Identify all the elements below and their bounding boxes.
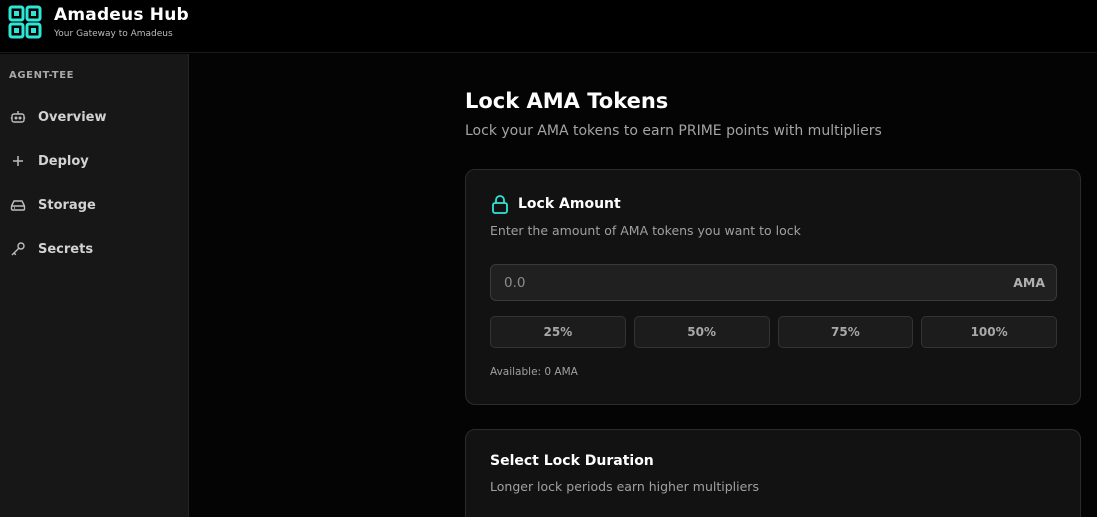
lock-amount-title: Lock Amount <box>518 196 621 212</box>
amount-unit-label: AMA <box>1013 275 1045 290</box>
percent-75-button[interactable]: 75% <box>777 316 914 348</box>
percent-25-button[interactable]: 25% <box>490 316 626 348</box>
app-subtitle: Your Gateway to Amadeus <box>54 29 173 39</box>
lock-duration-description: Longer lock periods earn higher multipli… <box>490 479 759 494</box>
percent-50-button[interactable]: 50% <box>633 316 770 348</box>
app-title: Amadeus Hub <box>54 5 189 25</box>
amadeus-logo-icon[interactable] <box>8 5 42 39</box>
amount-input[interactable] <box>491 265 991 300</box>
sidebar-item-label: Deploy <box>38 153 89 169</box>
sidebar: AGENT-TEE Overview Deploy Storage Secret… <box>0 54 189 517</box>
sidebar-item-storage[interactable]: Storage <box>0 185 189 225</box>
robot-icon <box>9 108 27 126</box>
plus-icon <box>9 152 27 170</box>
lock-amount-card: Lock Amount Enter the amount of AMA toke… <box>465 169 1081 405</box>
hard-drive-icon <box>9 196 27 214</box>
sidebar-heading: AGENT-TEE <box>9 70 75 81</box>
amount-input-container: AMA <box>490 264 1057 301</box>
top-bar: Amadeus Hub Your Gateway to Amadeus <box>0 0 1097 53</box>
lock-duration-header: Select Lock Duration <box>490 453 654 469</box>
lock-duration-title: Select Lock Duration <box>490 453 654 469</box>
percent-100-button[interactable]: 100% <box>921 316 1057 348</box>
lock-amount-header: Lock Amount <box>490 194 621 214</box>
page-title: Lock AMA Tokens <box>465 89 669 113</box>
sidebar-item-secrets[interactable]: Secrets <box>0 229 189 269</box>
lock-amount-description: Enter the amount of AMA tokens you want … <box>490 223 801 238</box>
key-icon <box>9 240 27 258</box>
percent-button-row: 25% 50% 75% 100% <box>490 316 1057 348</box>
sidebar-item-label: Overview <box>38 109 107 125</box>
sidebar-item-label: Secrets <box>38 241 94 257</box>
sidebar-item-label: Storage <box>38 197 96 213</box>
sidebar-item-overview[interactable]: Overview <box>0 97 189 137</box>
page-subtitle: Lock your AMA tokens to earn PRIME point… <box>465 123 882 139</box>
sidebar-item-deploy[interactable]: Deploy <box>0 141 189 181</box>
lock-duration-card: Select Lock Duration Longer lock periods… <box>465 429 1081 517</box>
available-balance: Available: 0 AMA <box>490 366 578 378</box>
lock-icon <box>490 194 510 214</box>
